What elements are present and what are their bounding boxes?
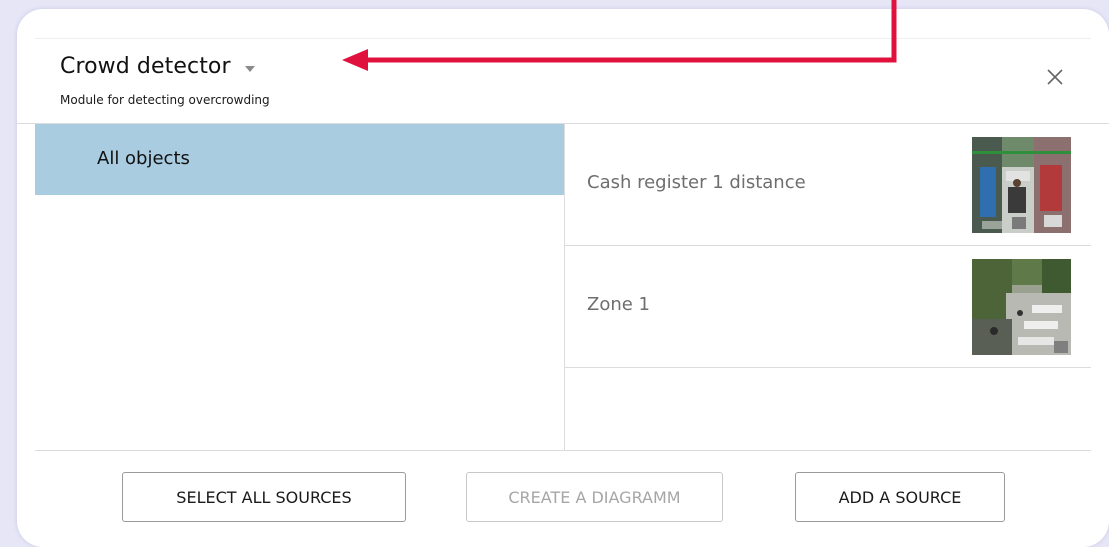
add-source-button[interactable]: ADD A SOURCE — [795, 472, 1005, 522]
dialog-title: Crowd detector — [60, 54, 231, 79]
source-label: Zone 1 — [587, 294, 650, 315]
select-all-sources-button[interactable]: SELECT ALL SOURCES — [122, 472, 406, 522]
object-item-label: All objects — [97, 148, 190, 169]
dialog-header: Crowd detector Module for detecting over… — [17, 9, 1109, 124]
source-row-zone-1[interactable]: Zone 1 — [565, 246, 1091, 368]
object-item-all-objects[interactable]: All objects — [35, 124, 564, 195]
store-camera-thumbnail-icon — [972, 137, 1071, 233]
park-camera-thumbnail-icon — [972, 259, 1071, 355]
footer-divider — [35, 450, 1091, 451]
create-diagram-button[interactable]: CREATE A DIAGRAMM — [466, 472, 723, 522]
source-label: Cash register 1 distance — [587, 172, 806, 193]
header-divider — [35, 38, 1091, 39]
close-button[interactable] — [1043, 65, 1067, 89]
source-row-cash-register[interactable]: Cash register 1 distance — [565, 124, 1091, 246]
crowd-detector-dialog: Crowd detector Module for detecting over… — [17, 9, 1109, 547]
title-row: Crowd detector — [60, 54, 255, 79]
close-icon — [1047, 69, 1063, 85]
objects-list: All objects — [35, 124, 565, 450]
title-dropdown-caret-icon[interactable] — [244, 65, 255, 72]
sources-list: Cash register 1 distance Zone 1 — [565, 124, 1091, 450]
dialog-subtitle: Module for detecting overcrowding — [60, 93, 270, 107]
